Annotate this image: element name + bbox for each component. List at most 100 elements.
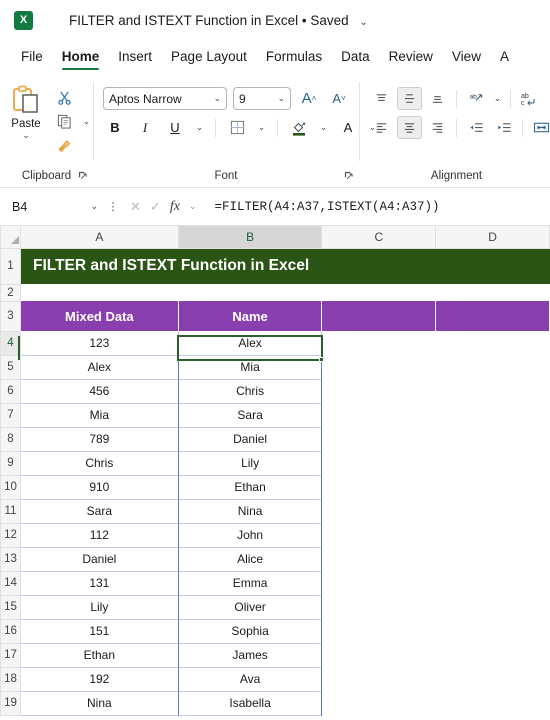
cell-a15[interactable]: Lily bbox=[20, 595, 179, 620]
empty-cell[interactable] bbox=[321, 715, 436, 716]
empty-cell[interactable] bbox=[321, 331, 436, 355]
cell-b6[interactable]: Chris bbox=[178, 379, 323, 404]
decrease-font-size-button[interactable]: A ˅ bbox=[327, 87, 351, 110]
chevron-down-icon[interactable]: ⌄ bbox=[189, 201, 197, 212]
align-center-button[interactable] bbox=[397, 116, 422, 139]
align-middle-button[interactable] bbox=[397, 87, 422, 110]
paste-button[interactable]: Paste ⌄ bbox=[0, 81, 52, 140]
cell-b13[interactable]: Alice bbox=[178, 547, 323, 572]
cell-b7[interactable]: Sara bbox=[178, 403, 323, 428]
underline-button[interactable]: U bbox=[163, 116, 187, 139]
align-right-button[interactable] bbox=[425, 116, 450, 139]
decrease-indent-button[interactable] bbox=[463, 116, 488, 139]
cell-b8[interactable]: Daniel bbox=[178, 427, 323, 452]
empty-cell[interactable] bbox=[435, 547, 550, 571]
empty-cell[interactable] bbox=[435, 403, 550, 427]
formula-input[interactable]: =FILTER(A4:A37,ISTEXT(A4:A37)) bbox=[204, 195, 544, 219]
tab-home[interactable]: Home bbox=[53, 45, 109, 71]
empty-cell[interactable] bbox=[435, 715, 550, 716]
empty-cell[interactable] bbox=[435, 643, 550, 667]
cell-a9[interactable]: Chris bbox=[20, 451, 179, 476]
font-name-combo[interactable]: Aptos Narrow ⌄ bbox=[103, 87, 227, 110]
increase-font-size-button[interactable]: A ˄ bbox=[297, 87, 321, 110]
chevron-down-icon[interactable]: ⌄ bbox=[80, 110, 93, 133]
tab-data[interactable]: Data bbox=[332, 45, 379, 71]
empty-cell[interactable] bbox=[321, 643, 436, 667]
copy-icon[interactable] bbox=[52, 110, 76, 133]
cell-a10[interactable]: 910 bbox=[20, 475, 179, 500]
empty-cell[interactable] bbox=[321, 284, 436, 301]
row-header-5[interactable]: 5 bbox=[0, 354, 21, 380]
row-header-17[interactable]: 17 bbox=[0, 642, 21, 668]
cell-b16[interactable]: Sophia bbox=[178, 619, 323, 644]
empty-cell[interactable] bbox=[178, 284, 322, 301]
cell-a13[interactable]: Daniel bbox=[20, 547, 179, 572]
row-header-8[interactable]: 8 bbox=[0, 426, 21, 452]
empty-cell[interactable] bbox=[321, 667, 436, 691]
cell-a18[interactable]: 192 bbox=[20, 667, 179, 692]
empty-cell[interactable] bbox=[435, 499, 550, 523]
cell-a7[interactable]: Mia bbox=[20, 403, 179, 428]
row-header-6[interactable]: 6 bbox=[0, 378, 21, 404]
empty-cell[interactable] bbox=[321, 691, 436, 715]
header-cell-name[interactable]: Name bbox=[178, 301, 323, 331]
row-header-4[interactable]: 4 bbox=[0, 330, 21, 356]
empty-cell[interactable] bbox=[321, 547, 436, 571]
column-header-b[interactable]: B bbox=[177, 226, 323, 249]
align-top-button[interactable] bbox=[369, 87, 394, 110]
empty-cell[interactable] bbox=[435, 427, 550, 451]
align-left-button[interactable] bbox=[369, 116, 394, 139]
chevron-down-icon[interactable]: ⌄ bbox=[491, 87, 504, 110]
empty-cell[interactable] bbox=[435, 523, 550, 547]
empty-cell[interactable] bbox=[321, 379, 436, 403]
format-painter-icon[interactable] bbox=[52, 134, 76, 157]
row-header-1[interactable]: 1 bbox=[0, 247, 21, 285]
cell-b11[interactable]: Nina bbox=[178, 499, 323, 524]
title-cell[interactable]: FILTER and ISTEXT Function in Excel bbox=[20, 248, 322, 284]
cell-b19[interactable]: Isabella bbox=[178, 691, 323, 716]
empty-cell[interactable] bbox=[321, 595, 436, 619]
cell-a8[interactable]: 789 bbox=[20, 427, 179, 452]
cell-a19[interactable]: Nina bbox=[20, 691, 179, 716]
empty-cell[interactable] bbox=[435, 355, 550, 379]
chevron-down-icon[interactable]: ⌄ bbox=[22, 131, 30, 140]
empty-cell[interactable] bbox=[321, 475, 436, 499]
empty-cell[interactable] bbox=[321, 355, 436, 379]
chevron-down-icon[interactable]: ⌄ bbox=[317, 116, 330, 139]
cell-a14[interactable]: 131 bbox=[20, 571, 179, 596]
empty-cell[interactable] bbox=[321, 248, 436, 284]
empty-cell[interactable] bbox=[435, 248, 550, 284]
cell-a11[interactable]: Sara bbox=[20, 499, 179, 524]
row-header-20[interactable]: 20 bbox=[0, 714, 21, 716]
font-size-combo[interactable]: 9 ⌄ bbox=[233, 87, 291, 110]
row-header-13[interactable]: 13 bbox=[0, 546, 21, 572]
empty-cell[interactable] bbox=[321, 571, 436, 595]
row-header-11[interactable]: 11 bbox=[0, 498, 21, 524]
cell-b5[interactable]: Mia bbox=[178, 355, 323, 380]
column-header-d[interactable]: D bbox=[435, 226, 550, 249]
chevron-down-icon[interactable]: ⌄ bbox=[255, 116, 268, 139]
row-header-3[interactable]: 3 bbox=[0, 300, 21, 332]
tab-file[interactable]: File bbox=[12, 45, 52, 71]
cell-b14[interactable]: Emma bbox=[178, 571, 323, 596]
empty-cell[interactable] bbox=[435, 667, 550, 691]
empty-cell[interactable] bbox=[435, 619, 550, 643]
cell-b9[interactable]: Lily bbox=[178, 451, 323, 476]
empty-cell[interactable] bbox=[435, 284, 550, 301]
orientation-button[interactable]: ab bbox=[463, 87, 488, 110]
chevron-down-icon[interactable]: ⌄ bbox=[90, 201, 98, 212]
wrap-text-button[interactable]: ab c bbox=[517, 87, 542, 110]
tab-review[interactable]: Review bbox=[380, 45, 442, 71]
fill-color-button[interactable] bbox=[287, 116, 311, 139]
row-header-10[interactable]: 10 bbox=[0, 474, 21, 500]
row-header-19[interactable]: 19 bbox=[0, 690, 21, 716]
empty-cell[interactable] bbox=[435, 379, 550, 403]
increase-indent-button[interactable] bbox=[491, 116, 516, 139]
cell-b18[interactable]: Ava bbox=[178, 667, 323, 692]
chevron-down-icon[interactable]: ⌄ bbox=[359, 17, 367, 28]
row-header-9[interactable]: 9 bbox=[0, 450, 21, 476]
empty-cell[interactable] bbox=[435, 475, 550, 499]
header-cell-mixed-data[interactable]: Mixed Data bbox=[20, 301, 179, 331]
borders-button[interactable] bbox=[225, 116, 249, 139]
italic-button[interactable]: I bbox=[133, 116, 157, 139]
